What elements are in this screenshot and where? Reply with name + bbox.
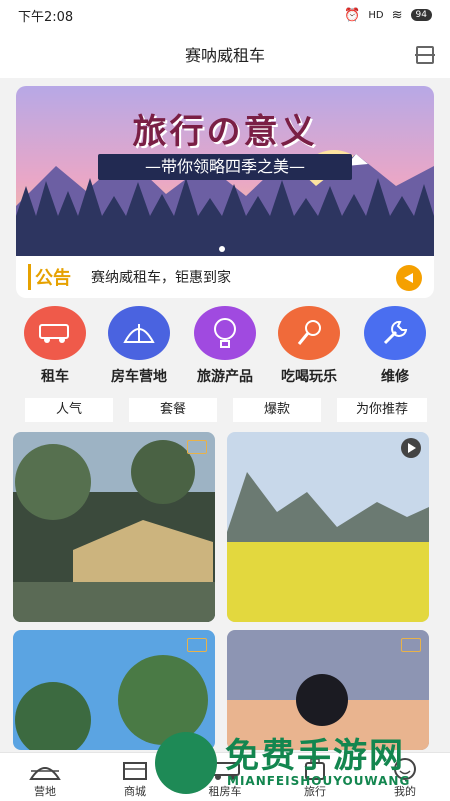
card-image-trees [13,630,215,750]
tab-travel[interactable]: 旅行 [285,757,345,799]
scan-icon[interactable] [415,46,435,64]
tent-icon [29,767,61,780]
banner-title: 旅行の意义 [132,112,318,152]
tab-profile[interactable]: 我的 [375,757,435,799]
page-title: 赛呐威租车 [184,46,265,65]
shop-icon [123,762,147,780]
feed-card[interactable] [13,630,215,750]
tab-label: 租房车 [208,785,242,798]
nav-food-fun[interactable]: 吃喝玩乐 [274,306,344,386]
tag-package[interactable]: 套餐 [129,398,217,422]
image-icon [187,638,207,652]
feed-card[interactable] [227,432,429,622]
microphone-icon [278,306,340,360]
quick-nav: 租车 房车营地 旅游产品 吃喝玩乐 维修 [0,306,450,386]
tab-label: 营地 [34,785,56,798]
car-icon [24,306,86,360]
nav-repair[interactable]: 维修 [360,306,430,386]
rv-icon [210,762,240,780]
tent-icon [108,306,170,360]
card-image-camp [13,432,215,622]
carousel-indicator [219,246,225,252]
alarm-icon: ⏰ [344,7,361,23]
tab-label: 我的 [394,785,416,798]
tab-label: 商城 [124,785,146,798]
category-tags: 人气 套餐 爆款 为你推荐 [0,398,450,422]
tab-label: 旅行 [304,785,326,798]
tab-camp[interactable]: 营地 [15,757,75,799]
tag-hot[interactable]: 爆款 [233,398,321,422]
status-time: 下午2:08 [18,9,74,25]
play-icon[interactable] [401,438,421,458]
bottom-tab-bar: 营地 商城 租房车 旅行 我的 [0,752,450,801]
nav-label: 维修 [381,369,409,385]
speaker-icon[interactable] [396,265,422,291]
balloon-icon [194,306,256,360]
tab-rent-rv[interactable]: 租房车 [195,757,255,799]
suitcase-icon [305,758,325,780]
announcement-tag: 公告 [28,264,71,290]
card-image-portrait [227,630,429,750]
wrench-icon [364,306,426,360]
nav-rent-car[interactable]: 租车 [20,306,90,386]
status-icons: ⏰ HD ≋ 94 [344,8,432,23]
card-image-flowers [227,432,429,622]
banner-subtitle: —带你领略四季之美— [98,154,352,180]
feed-card[interactable] [13,432,215,622]
nav-rv-camp[interactable]: 房车营地 [104,306,174,386]
announcement-bar[interactable]: 公告 赛纳威租车，钜惠到家 [16,256,434,298]
wifi-icon: ≋ [391,7,403,23]
nav-label: 房车营地 [111,369,167,385]
announcement-text: 赛纳威租车，钜惠到家 [91,270,231,286]
nav-label: 旅游产品 [197,369,253,385]
nav-label: 租车 [41,369,69,385]
profile-icon [394,758,416,780]
signal-icon: HD [368,9,384,21]
image-icon [401,638,421,652]
status-bar: 下午2:08 ⏰ HD ≋ 94 [0,0,450,30]
app-header: 赛呐威租车 [0,30,450,78]
tab-mall[interactable]: 商城 [105,757,165,799]
image-icon [187,440,207,454]
battery-indicator: 94 [410,9,432,21]
feed-card[interactable] [227,630,429,750]
nav-label: 吃喝玩乐 [281,369,337,385]
tag-popular[interactable]: 人气 [25,398,113,422]
promo-banner[interactable]: 旅行の意义 —带你领略四季之美— [16,86,434,256]
nav-travel-products[interactable]: 旅游产品 [190,306,260,386]
tag-recommended[interactable]: 为你推荐 [337,398,427,422]
